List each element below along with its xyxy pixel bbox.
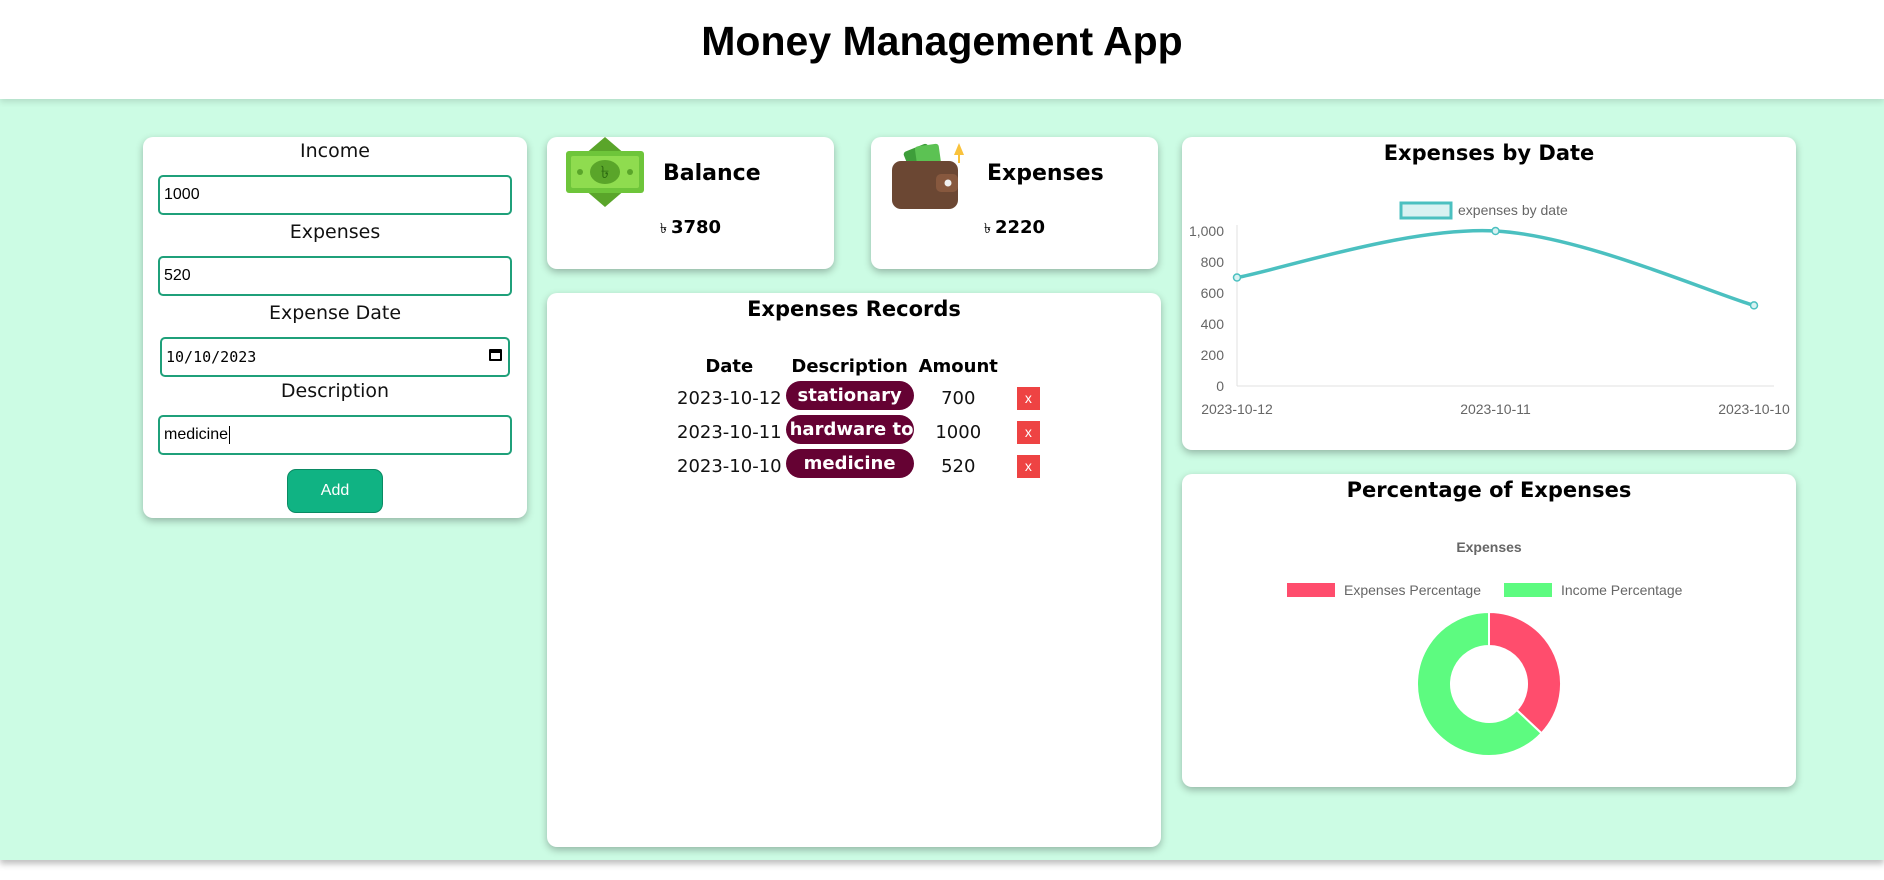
- y-tick-label: 400: [1201, 316, 1225, 332]
- svg-text:৳: ৳: [601, 163, 609, 183]
- expenses-label: Expenses: [289, 221, 381, 243]
- y-tick-label: 0: [1216, 378, 1224, 394]
- legend-swatch: [1287, 583, 1335, 597]
- description-pill: medicine: [785, 449, 914, 478]
- x-tick-label: 2023-10-11: [1460, 401, 1531, 417]
- row-description: stationary: [784, 381, 916, 415]
- app-title: Money Management App: [701, 18, 1183, 64]
- legend-swatch: [1399, 201, 1453, 220]
- row-date: 2023-10-10: [677, 455, 782, 477]
- records-title: Expenses Records: [747, 297, 961, 321]
- balance-amount: 3780: [670, 217, 722, 238]
- expense-date-label: Expense Date: [268, 302, 402, 324]
- row-amount: 700: [941, 387, 976, 409]
- legend-swatch: [1504, 583, 1552, 597]
- column-header-amount: Amount: [918, 355, 998, 377]
- y-tick-label: 600: [1201, 285, 1225, 301]
- table-row: 2023-10-10 medicine 520 x: [675, 449, 1042, 483]
- x-tick-label: 2023-10-10: [1718, 401, 1790, 417]
- expenses-records-card: Expenses Records Date Description Amount…: [547, 293, 1161, 847]
- percentage-of-expenses-card: Percentage of Expenses Expenses Expenses …: [1182, 474, 1796, 787]
- chart-legend: expenses by date: [1399, 201, 1568, 220]
- chart-subtitle: Expenses: [1456, 539, 1522, 555]
- cash-icon: ৳: [566, 137, 644, 207]
- delete-button[interactable]: x: [1016, 386, 1040, 410]
- description-value: medicine: [164, 426, 229, 443]
- row-amount: 520: [941, 455, 976, 477]
- data-point: [1749, 301, 1759, 310]
- legend-label: Income Percentage: [1561, 582, 1683, 598]
- expenses-by-date-card: Expenses by Date expenses by date 0 200 400…: [1182, 137, 1796, 450]
- legend-label: Expenses Percentage: [1344, 582, 1481, 598]
- income-input[interactable]: 1000: [158, 175, 512, 215]
- series-line: [1236, 228, 1755, 308]
- description-label: Description: [280, 380, 390, 402]
- delete-button[interactable]: x: [1016, 420, 1040, 444]
- expense-date-input[interactable]: 10/10/2023: [160, 337, 510, 377]
- column-header-date: Date: [705, 355, 754, 377]
- row-date: 2023-10-12: [677, 387, 782, 409]
- row-actions: x: [1001, 449, 1042, 483]
- app-header: Money Management App: [0, 0, 1884, 99]
- expenses-summary-amount: 2220: [994, 217, 1046, 238]
- pie-slice: [1488, 610, 1562, 735]
- row-date: 2023-10-11: [677, 421, 782, 443]
- expenses-line-chart: expenses by date 0 200 400 600 800 1,000 2023-1…: [1189, 201, 1790, 417]
- balance-card: ৳ Balance ৳ 3780: [547, 137, 834, 269]
- y-tick-label: 800: [1201, 254, 1225, 270]
- wallet-icon: [892, 143, 964, 209]
- row-actions: x: [1001, 381, 1042, 415]
- chart-legend: Expenses Percentage Income Percentage: [1287, 582, 1683, 598]
- add-expense-form: Income 1000 Expenses 520 Expense Date 10…: [143, 137, 527, 518]
- y-tick-label: 200: [1201, 347, 1225, 363]
- calendar-icon[interactable]: [489, 349, 502, 361]
- row-description: medicine: [784, 449, 916, 483]
- currency-symbol: ৳: [659, 221, 667, 237]
- data-point: [1232, 273, 1242, 282]
- balance-value: ৳ 3780: [547, 217, 834, 241]
- table-header-row: Date Description Amount: [675, 351, 1042, 381]
- delete-button[interactable]: x: [1016, 454, 1040, 478]
- records-table: Date Description Amount 2023-10-12 stati…: [675, 351, 1042, 483]
- expenses-summary-value: ৳ 2220: [871, 217, 1158, 241]
- expenses-summary-card: Expenses ৳ 2220: [871, 137, 1158, 269]
- table-row: 2023-10-11 hardware tool 1000 x: [675, 415, 1042, 449]
- column-header-actions: [1001, 351, 1042, 381]
- expenses-input[interactable]: 520: [158, 256, 512, 296]
- legend-label: expenses by date: [1458, 202, 1568, 218]
- balance-title: Balance: [663, 161, 761, 186]
- text-cursor: [229, 425, 231, 444]
- expenses-summary-title: Expenses: [987, 161, 1104, 186]
- description-pill: stationary: [785, 381, 914, 410]
- row-amount: 1000: [935, 421, 982, 443]
- income-label: Income: [300, 140, 370, 162]
- table-row: 2023-10-12 stationary 700 x: [675, 381, 1042, 415]
- x-tick-label: 2023-10-12: [1201, 401, 1273, 417]
- description-input[interactable]: medicine: [158, 415, 512, 455]
- expense-date-value: 10/10/2023: [166, 348, 257, 366]
- expenses-donut-chart: Expenses Expenses Percentage Income Percen…: [1287, 539, 1683, 757]
- row-description: hardware tool: [784, 415, 916, 449]
- column-header-description: Description: [791, 355, 908, 377]
- description-pill: hardware tool: [785, 415, 914, 444]
- currency-symbol: ৳: [983, 221, 991, 237]
- add-button[interactable]: Add: [287, 469, 383, 513]
- row-actions: x: [1001, 415, 1042, 449]
- y-tick-label: 1,000: [1189, 223, 1224, 239]
- data-point: [1491, 226, 1500, 236]
